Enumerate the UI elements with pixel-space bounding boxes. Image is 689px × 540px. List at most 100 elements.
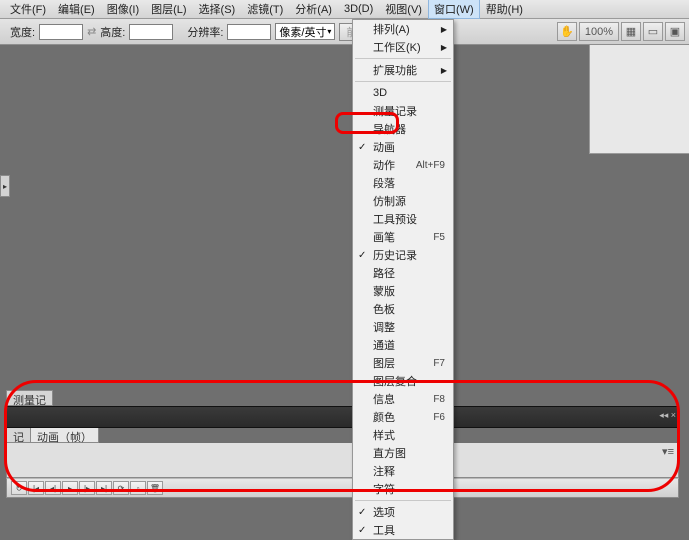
menu-item-工具[interactable]: ✓ 工具: [353, 521, 453, 539]
menu-item-图层[interactable]: 图层F7: [353, 354, 453, 372]
tab-measure-log[interactable]: 测量记: [6, 390, 53, 406]
menu-item-label: 段落: [373, 175, 395, 191]
menu-filter[interactable]: 滤镜(T): [241, 0, 289, 19]
menu-item-画笔[interactable]: 画笔F5: [353, 228, 453, 246]
hand-tool-icon[interactable]: ✋: [557, 22, 577, 41]
delete-frame-button[interactable]: 🗑: [147, 481, 163, 495]
menu-item-label: 仿制源: [373, 193, 406, 209]
check-icon: ✓: [358, 525, 366, 536]
menu-item-导航器[interactable]: 导航器: [353, 120, 453, 138]
menu-item-label: 工作区(K): [373, 39, 421, 55]
menu-item-仿制源[interactable]: 仿制源: [353, 192, 453, 210]
right-tool-group: ✋ 100% ▦ ▭ ▣: [557, 22, 685, 41]
animation-controls: ↻ |◂ ◂| ▸ |▸ ▸| ⟳ ▫ 🗑: [6, 478, 679, 498]
width-label: 宽度:: [10, 24, 35, 40]
last-frame-button[interactable]: ▸|: [96, 481, 112, 495]
check-icon: ✓: [358, 142, 366, 153]
menu-item-注释[interactable]: 注释: [353, 462, 453, 480]
play-button[interactable]: ▸: [62, 481, 78, 495]
new-frame-button[interactable]: ▫: [130, 481, 146, 495]
menu-item-历史记录[interactable]: ✓ 历史记录: [353, 246, 453, 264]
menu-item-色板[interactable]: 色板: [353, 300, 453, 318]
menu-item-label: 样式: [373, 427, 395, 443]
menu-3d[interactable]: 3D(D): [338, 1, 379, 17]
menu-item-路径[interactable]: 路径: [353, 264, 453, 282]
menubar: 文件(F) 编辑(E) 图像(I) 图层(L) 选择(S) 滤镜(T) 分析(A…: [0, 0, 689, 19]
next-frame-button[interactable]: |▸: [79, 481, 95, 495]
doc-icon[interactable]: ▭: [643, 22, 663, 41]
height-input[interactable]: [129, 24, 173, 40]
menu-item-直方图[interactable]: 直方图: [353, 444, 453, 462]
menu-item-排列(A)[interactable]: 排列(A)▶: [353, 20, 453, 38]
menu-item-扩展功能[interactable]: 扩展功能 ▶: [353, 61, 453, 79]
shortcut-label: F7: [433, 358, 445, 369]
menu-item-label: 选项: [373, 504, 395, 520]
dark-strip: ◂◂ ×: [6, 406, 679, 428]
menu-item-label: 通道: [373, 337, 395, 353]
tween-button[interactable]: ↻: [11, 481, 27, 495]
width-input[interactable]: [39, 24, 83, 40]
menu-item-工具预设[interactable]: 工具预设: [353, 210, 453, 228]
menu-item-label: 工具预设: [373, 211, 417, 227]
menu-item-颜色[interactable]: 颜色 F6: [353, 408, 453, 426]
shortcut-label: F8: [433, 394, 445, 405]
menu-view[interactable]: 视图(V): [379, 0, 428, 19]
check-icon: ✓: [358, 250, 366, 261]
menu-item-label: 路径: [373, 265, 395, 281]
menu-item-样式[interactable]: 样式: [353, 426, 453, 444]
menu-item-工作区(K)[interactable]: 工作区(K)▶: [353, 38, 453, 56]
menu-item-label: 画笔: [373, 229, 395, 245]
prev-frame-button[interactable]: ◂|: [45, 481, 61, 495]
menu-analyze[interactable]: 分析(A): [289, 0, 338, 19]
shortcut-label: Alt+F9: [416, 160, 445, 171]
grid-icon[interactable]: ▦: [621, 22, 641, 41]
menu-layer[interactable]: 图层(L): [145, 0, 192, 19]
menu-item-动画[interactable]: ✓ 动画: [353, 138, 453, 156]
panel-menu-icon[interactable]: ▾≡: [662, 445, 674, 458]
menu-edit[interactable]: 编辑(E): [52, 0, 101, 19]
menu-item-调整[interactable]: 调整: [353, 318, 453, 336]
tab-record[interactable]: 记: [6, 427, 31, 443]
tab-animation-frames[interactable]: 动画（帧）: [30, 427, 99, 443]
menu-item-label: 历史记录: [373, 247, 417, 263]
submenu-arrow-icon: ▶: [441, 66, 447, 75]
menu-item-label: 排列(A): [373, 21, 410, 37]
menu-item-label: 字符: [373, 481, 395, 497]
menu-file[interactable]: 文件(F): [4, 0, 52, 19]
menu-item-label: 扩展功能: [373, 62, 417, 78]
menu-item-label: 3D: [373, 87, 387, 99]
window-menu-dropdown: 排列(A)▶工作区(K)▶ 扩展功能 ▶ 3D 测量记录导航器 ✓ 动画动作Alt+F9段落…: [352, 19, 454, 540]
zoom-level[interactable]: 100%: [579, 22, 619, 41]
menu-item-label: 动画: [373, 139, 395, 155]
menu-item-label: 颜色: [373, 409, 395, 425]
first-frame-button[interactable]: |◂: [28, 481, 44, 495]
unit-select[interactable]: 像素/英寸 ▾: [275, 23, 335, 40]
menu-item-label: 图层复合: [373, 373, 417, 389]
menu-item-蒙版[interactable]: 蒙版: [353, 282, 453, 300]
res-input[interactable]: [227, 24, 271, 40]
menu-item-label: 导航器: [373, 121, 406, 137]
height-label: 高度:: [100, 24, 125, 40]
menu-item-label: 工具: [373, 522, 395, 538]
menu-item-信息[interactable]: 信息F8: [353, 390, 453, 408]
menu-window[interactable]: 窗口(W): [428, 0, 480, 19]
menu-item-选项[interactable]: ✓ 选项: [353, 503, 453, 521]
right-panel: 通道 路径: [589, 26, 689, 154]
menu-item-图层复合[interactable]: 图层复合: [353, 372, 453, 390]
menu-help[interactable]: 帮助(H): [480, 0, 529, 19]
menu-image[interactable]: 图像(I): [101, 0, 145, 19]
menu-item-字符[interactable]: 字符: [353, 480, 453, 498]
loop-button[interactable]: ⟳: [113, 481, 129, 495]
menu-item-3D[interactable]: 3D: [353, 84, 453, 102]
screen-mode-icon[interactable]: ▣: [665, 22, 685, 41]
menu-item-动作[interactable]: 动作Alt+F9: [353, 156, 453, 174]
menu-item-测量记录[interactable]: 测量记录: [353, 102, 453, 120]
collapse-left-icon[interactable]: ▸: [0, 175, 10, 197]
menu-select[interactable]: 选择(S): [193, 0, 242, 19]
menu-item-label: 色板: [373, 301, 395, 317]
check-icon: ✓: [358, 507, 366, 518]
dark-strip-controls[interactable]: ◂◂ ×: [659, 410, 676, 421]
shortcut-label: F6: [433, 412, 445, 423]
menu-item-段落[interactable]: 段落: [353, 174, 453, 192]
menu-item-通道[interactable]: 通道: [353, 336, 453, 354]
